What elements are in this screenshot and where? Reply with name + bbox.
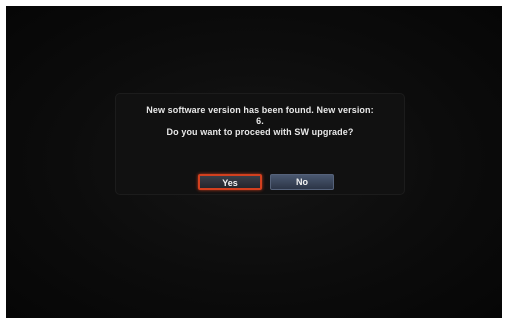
yes-button[interactable]: Yes	[198, 174, 262, 190]
dialog-message: New software version has been found. New…	[116, 105, 404, 138]
dialog-message-line-1: New software version has been found. New…	[146, 105, 374, 115]
dialog-message-version: 6.	[256, 116, 264, 126]
tv-screen: New software version has been found. New…	[6, 6, 502, 318]
sw-upgrade-dialog: New software version has been found. New…	[116, 94, 404, 194]
no-button[interactable]: No	[270, 174, 334, 190]
dialog-message-question: Do you want to proceed with SW upgrade?	[166, 127, 354, 137]
